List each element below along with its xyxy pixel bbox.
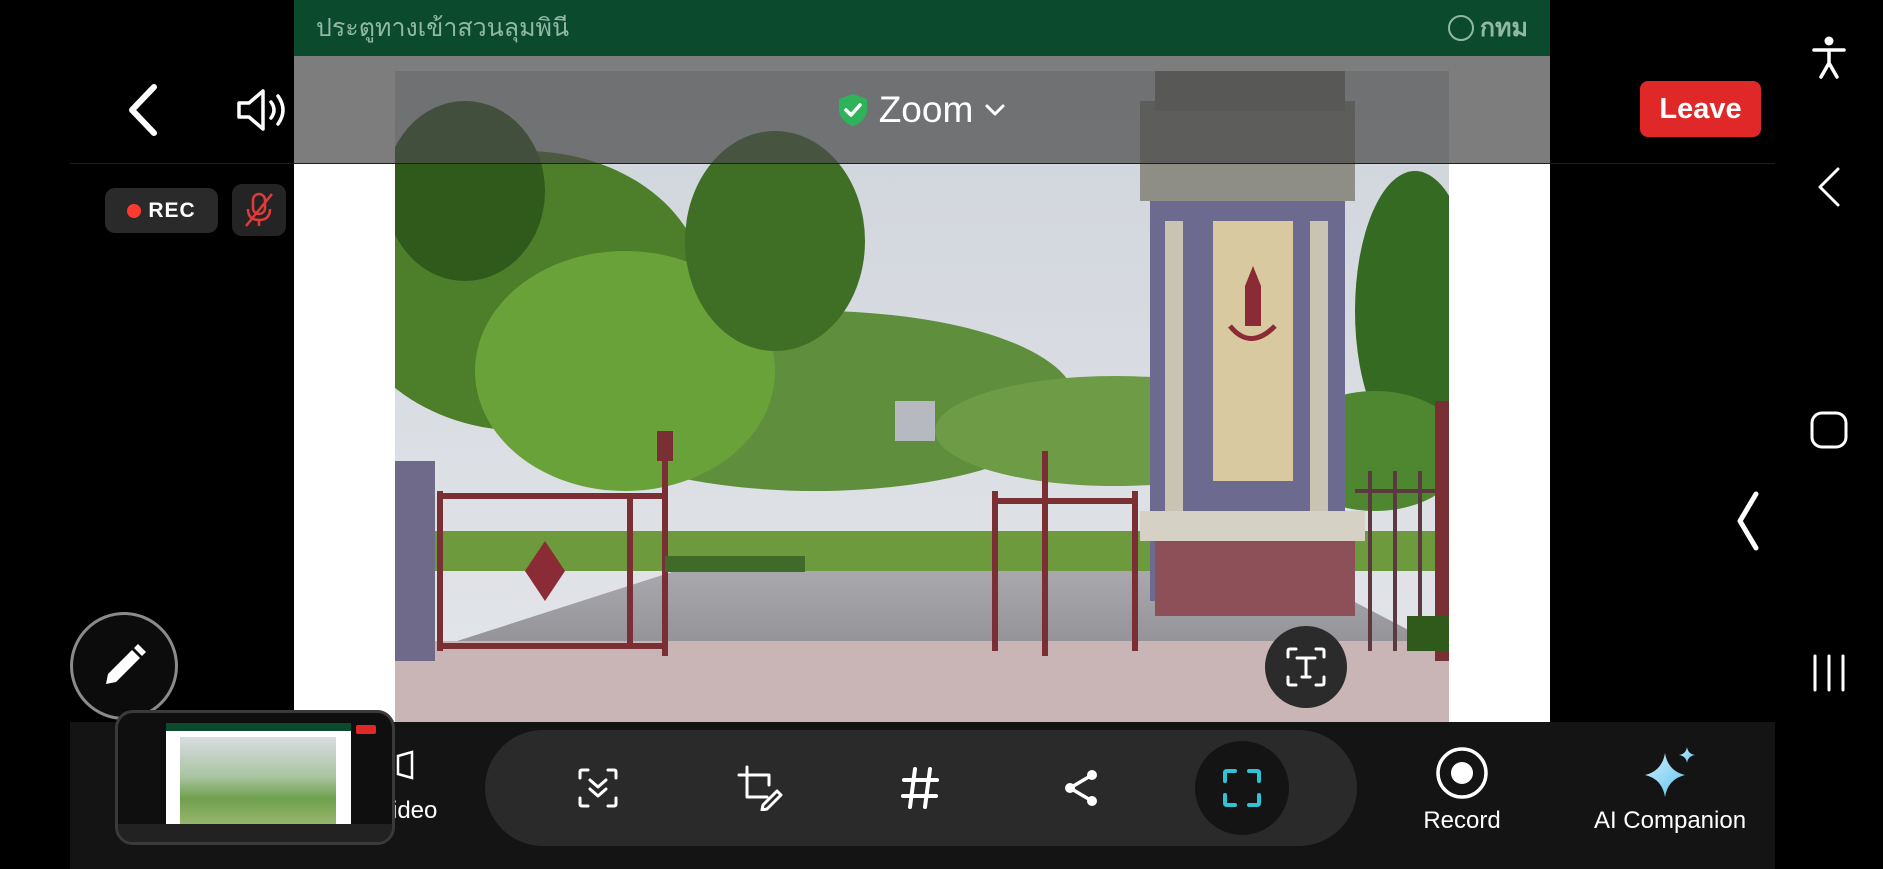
edge-panel-handle-icon	[1737, 491, 1759, 551]
muted-mic-indicator[interactable]	[232, 184, 286, 236]
capture-frame-icon	[1223, 769, 1261, 807]
hashtag-icon	[901, 767, 939, 809]
accessibility-icon	[1812, 36, 1846, 79]
nav-back-button[interactable]	[1775, 152, 1883, 222]
edge-panel-handle[interactable]	[1732, 488, 1762, 554]
record-icon	[1436, 747, 1488, 799]
chevron-down-icon	[985, 104, 1005, 115]
recording-dot-icon	[127, 203, 142, 218]
share-button[interactable]	[1043, 750, 1119, 826]
meeting-title-dropdown[interactable]: Zoom	[294, 56, 1550, 163]
preview-header	[166, 723, 351, 731]
extract-text-button[interactable]	[1265, 626, 1347, 708]
shared-screen: ประตูทางเข้าสวนลุมพินี กทม Zoom	[294, 0, 1550, 722]
brand-emblem-icon	[1447, 15, 1474, 41]
shared-screen-header: ประตูทางเข้าสวนลุมพินี กทม	[294, 0, 1550, 56]
shared-screen-title: ประตูทางเข้าสวนลุมพินี	[316, 13, 570, 42]
recording-label: REC	[148, 198, 196, 222]
shield-check-icon	[838, 93, 867, 126]
shared-screen-brand: กทม	[1447, 8, 1528, 48]
text-extract-icon	[1286, 647, 1326, 687]
scroll-capture-button[interactable]	[560, 750, 636, 826]
top-bar-divider	[70, 163, 1775, 164]
recording-badge[interactable]: REC	[105, 188, 218, 233]
meeting-title: Zoom	[878, 88, 974, 130]
share-icon	[1065, 770, 1097, 806]
mic-off-icon	[245, 192, 273, 227]
preview-screen	[166, 723, 351, 833]
annotate-button[interactable]	[70, 612, 178, 720]
android-nav-bar	[1775, 0, 1883, 869]
nav-recents-button[interactable]	[1775, 638, 1883, 708]
shared-video-frame	[395, 71, 1449, 722]
nav-home-icon	[1810, 411, 1848, 449]
accessibility-button[interactable]	[1775, 22, 1883, 92]
pencil-icon	[106, 644, 146, 684]
nav-home-button[interactable]	[1775, 395, 1883, 465]
ai-companion-label: AI Companion	[1593, 807, 1747, 834]
leave-button[interactable]: Leave	[1640, 81, 1761, 137]
nav-recents-icon	[1813, 654, 1845, 692]
crop-edit-button[interactable]	[722, 750, 798, 826]
zoom-meeting-app: ประตูทางเข้าสวนลุมพินี กทม Zoom Leave RE…	[0, 0, 1775, 869]
crop-edit-icon	[737, 765, 783, 811]
shared-screen-brand-text: กทม	[1479, 13, 1528, 42]
record-label: Record	[1423, 807, 1501, 834]
video-button-label[interactable]: ideo	[392, 797, 437, 825]
chevron-left-icon	[129, 84, 157, 136]
record-button[interactable]: Record	[1402, 745, 1522, 835]
speaker-icon	[237, 89, 285, 131]
sparkle-icon	[1645, 747, 1695, 797]
preview-leave-badge	[356, 725, 376, 734]
floating-screen-preview[interactable]	[115, 710, 395, 845]
scroll-capture-icon	[578, 768, 618, 808]
tag-button[interactable]	[882, 750, 958, 826]
back-button[interactable]	[118, 80, 168, 140]
preview-image	[180, 737, 336, 825]
capture-frame-button[interactable]	[1195, 741, 1289, 835]
nav-back-icon	[1818, 167, 1840, 207]
preview-toolbar	[118, 824, 392, 842]
ai-companion-button[interactable]: AI Companion	[1580, 745, 1760, 835]
speaker-button[interactable]	[232, 82, 294, 138]
